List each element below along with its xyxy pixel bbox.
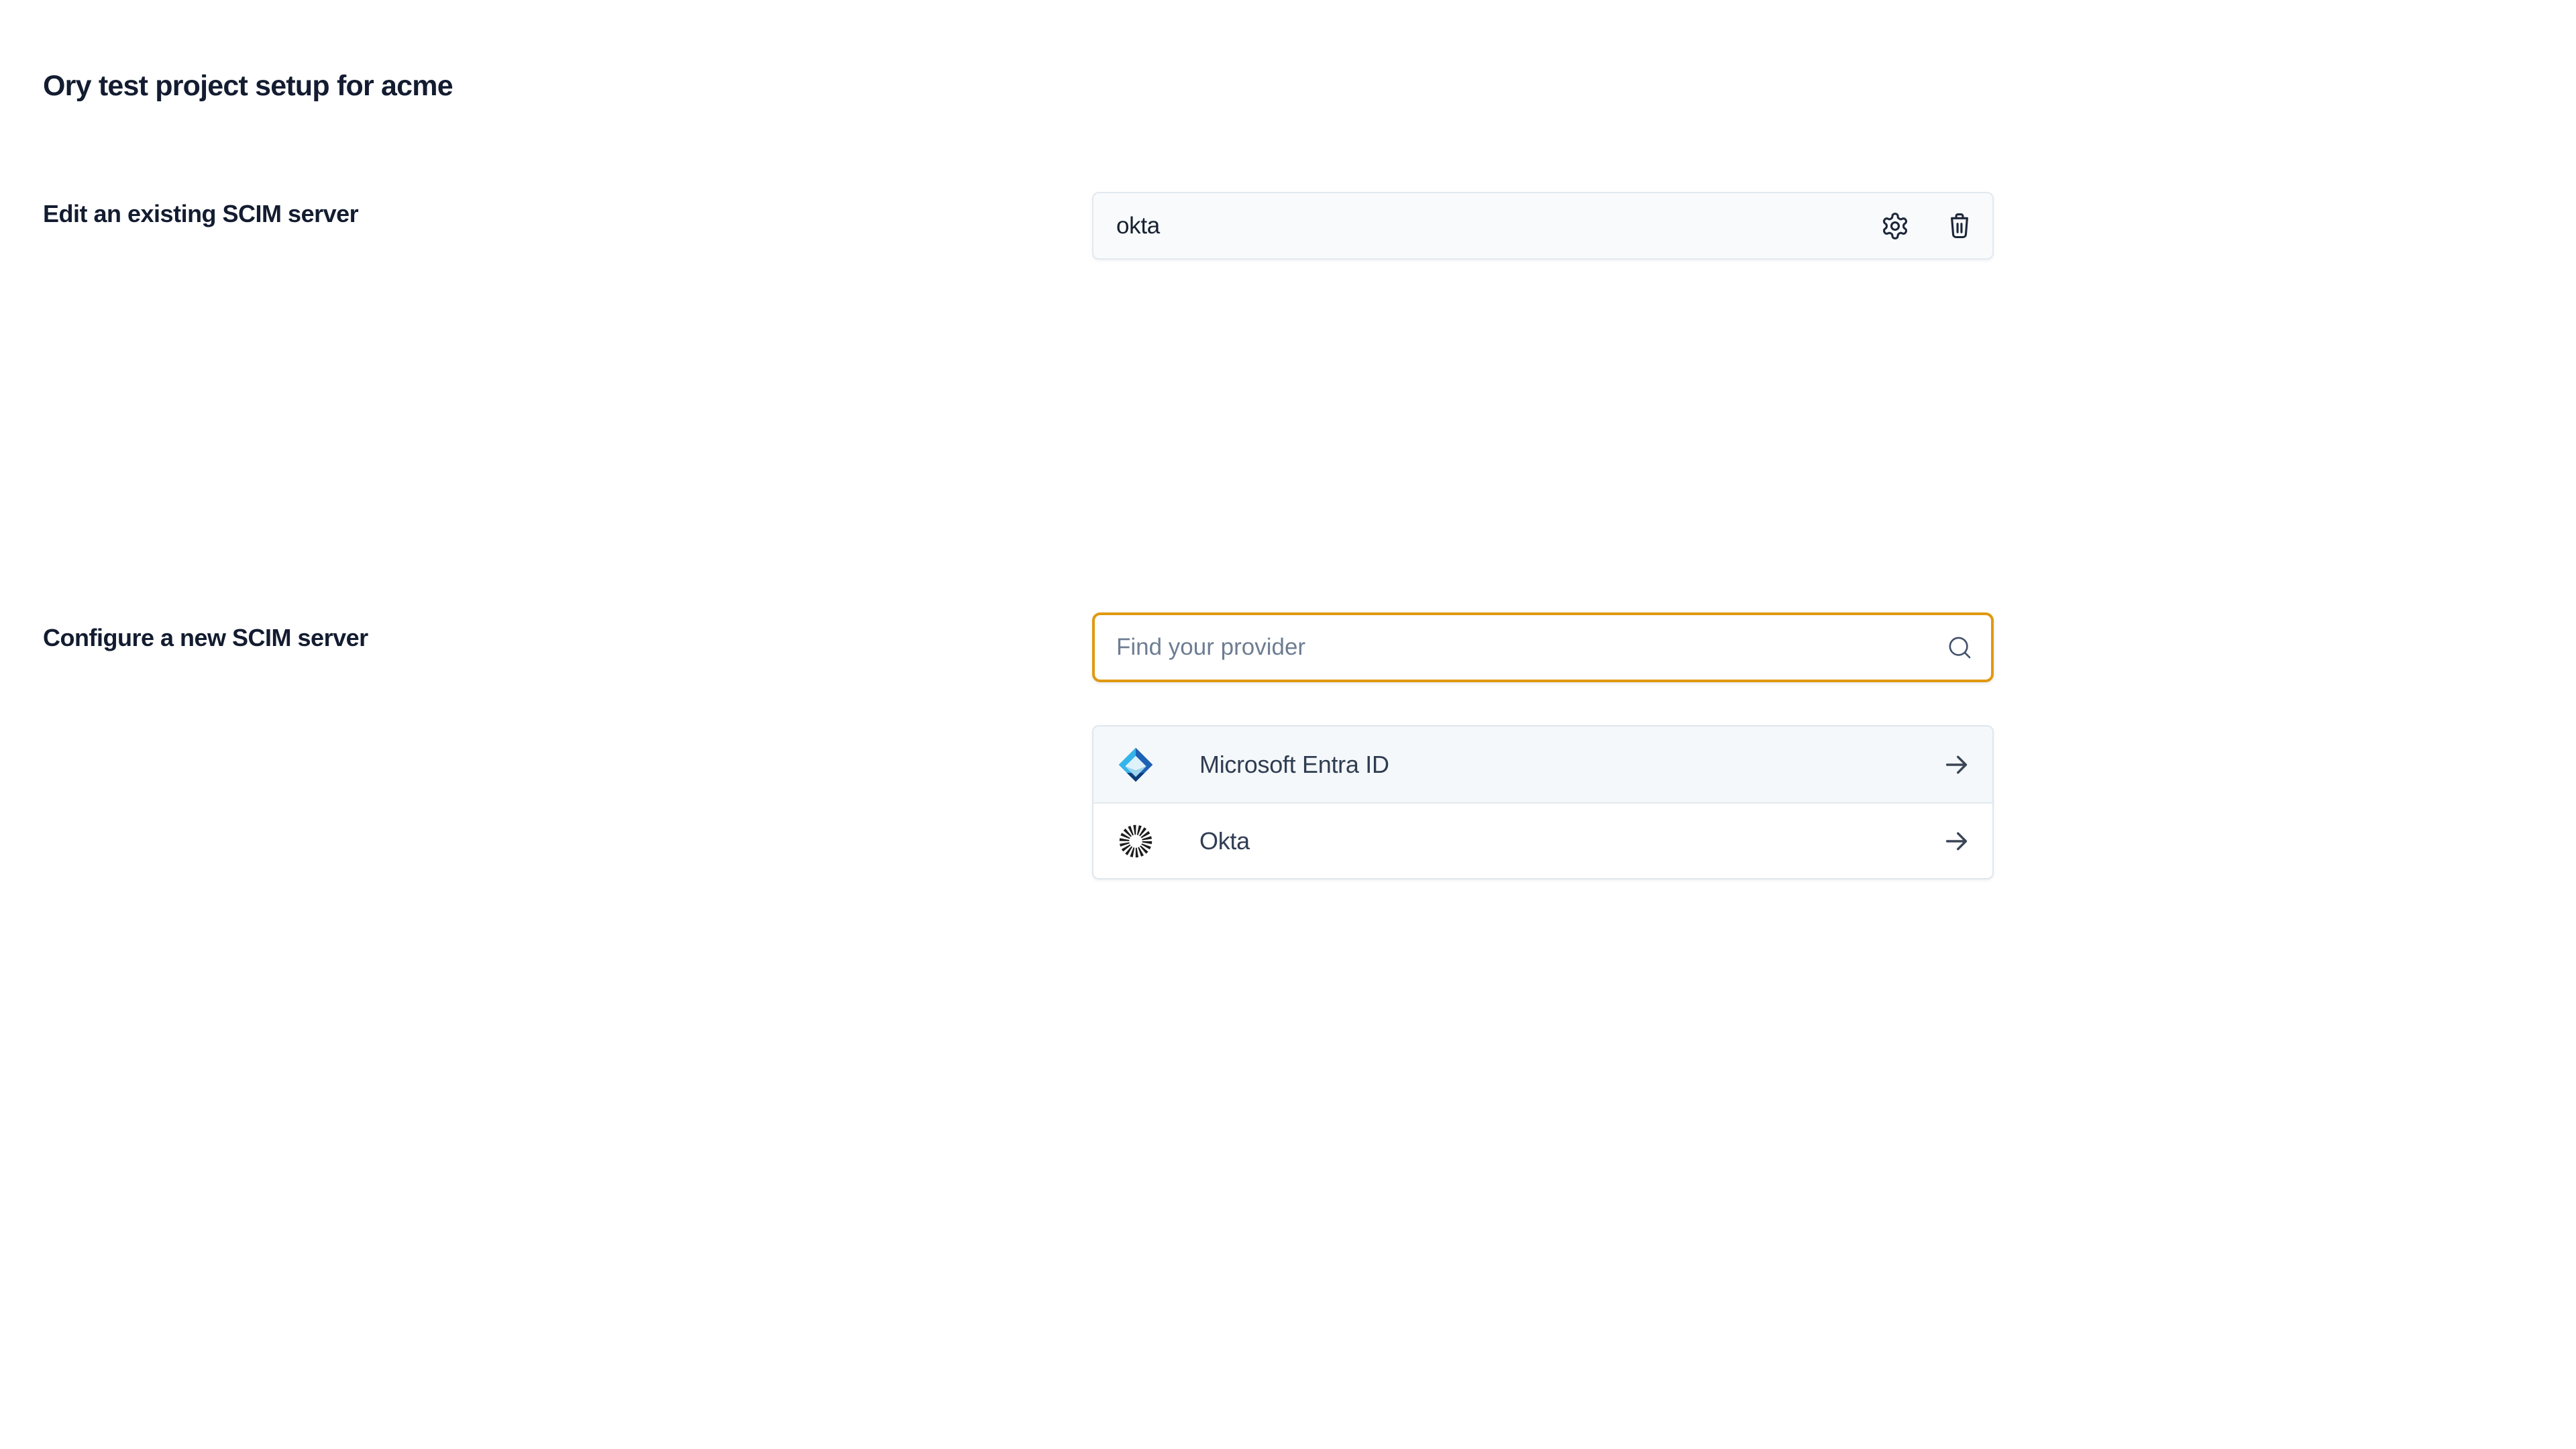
provider-label: Okta — [1199, 827, 1250, 855]
trash-icon — [1945, 211, 1974, 241]
arrow-right-icon — [1941, 826, 1972, 857]
provider-row-okta[interactable]: Okta — [1093, 802, 1992, 878]
provider-list: Microsoft Entra ID Okta — [1092, 725, 1994, 879]
scim-server-name: okta — [1116, 213, 1160, 239]
configure-server-button[interactable] — [1880, 211, 1911, 241]
page-title: Ory test project setup for acme — [43, 70, 453, 103]
arrow-right-icon — [1941, 749, 1972, 780]
edit-scim-heading: Edit an existing SCIM server — [43, 200, 358, 228]
okta-logo-icon — [1116, 822, 1155, 861]
delete-server-button[interactable] — [1944, 211, 1975, 241]
search-icon — [1945, 633, 1974, 661]
gear-icon — [1880, 211, 1910, 241]
existing-scim-server-row: okta — [1092, 192, 1994, 260]
configure-scim-heading: Configure a new SCIM server — [43, 624, 368, 652]
provider-row-microsoft-entra-id[interactable]: Microsoft Entra ID — [1093, 727, 1992, 802]
provider-search-input[interactable] — [1095, 615, 1945, 680]
microsoft-entra-logo-icon — [1116, 745, 1155, 784]
provider-label: Microsoft Entra ID — [1199, 751, 1389, 779]
scim-setup-page: Ory test project setup for acme Edit an … — [0, 0, 2576, 1449]
server-row-actions — [1880, 211, 1975, 241]
provider-search-box — [1092, 612, 1994, 682]
